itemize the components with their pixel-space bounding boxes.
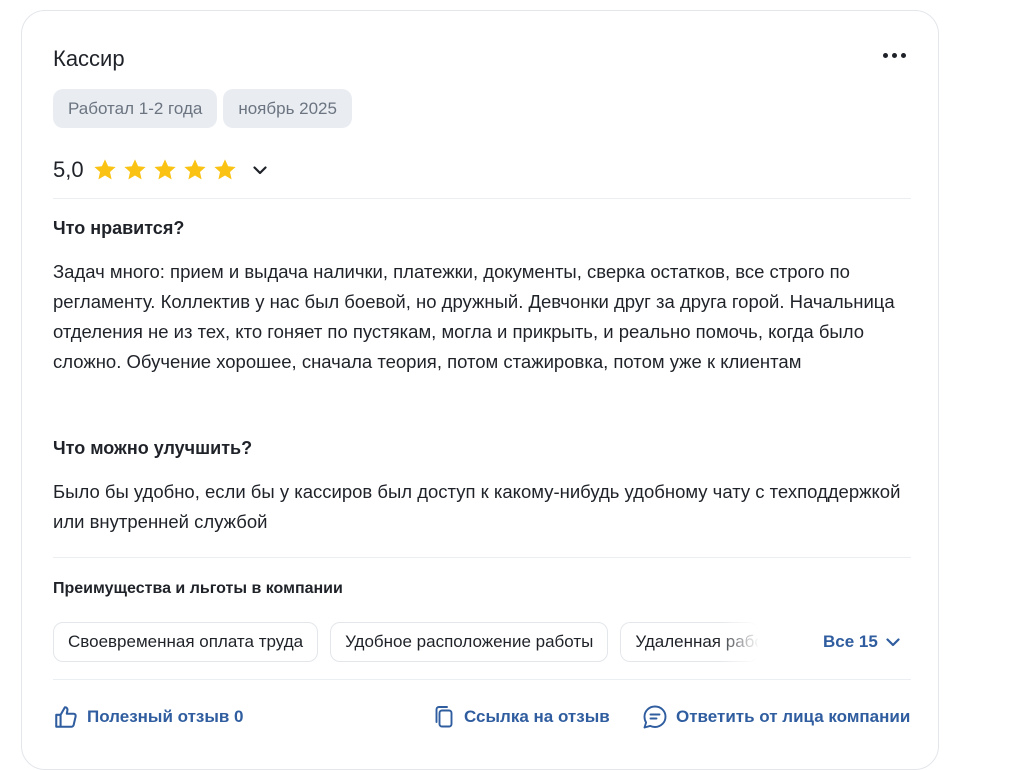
review-meta: Работал 1-2 года ноябрь 2025 [53,89,352,128]
star-icon [153,159,176,180]
review-title: Кассир [53,46,125,71]
thumbs-up-icon [55,706,77,728]
useful-review-button[interactable]: Полезный отзыв 0 [53,704,244,730]
chevron-down-icon [252,165,267,174]
benefit-chip[interactable]: Удобное расположение работы [330,622,609,662]
star-icon [93,159,116,180]
improve-heading: Что можно улучшить? [53,438,253,458]
more-icon [882,52,888,58]
benefits-list: Своевременная оплата труда Удобное распо… [53,622,760,662]
benefit-chip[interactable]: Удаленная работа [620,622,760,662]
divider [53,557,911,558]
copy-link-icon [435,706,453,728]
improve-text: Было бы удобно, если бы у кассиров был д… [53,481,901,532]
rating-stars [92,157,238,183]
benefits-heading: Преимущества и льготы в компании [53,580,343,597]
show-all-label: Все 15 [823,632,878,651]
chevron-down-icon [886,637,900,646]
copy-link-label: Ссылка на отзыв [464,707,610,726]
rating-value: 5,0 [53,157,84,182]
rating-details-toggle[interactable] [250,160,270,180]
company-reply-button[interactable]: Ответить от лица компании [642,704,910,730]
more-icon [891,52,897,58]
work-period-badge: Работал 1-2 года [53,89,218,128]
review-date-badge: ноябрь 2025 [223,89,352,128]
copy-link-button[interactable]: Ссылка на отзыв [432,704,610,730]
star-icon [213,159,236,180]
likes-text: Задач много: прием и выдача налички, пла… [53,261,895,372]
likes-heading: Что нравится? [53,218,185,238]
more-options-button[interactable] [878,42,910,68]
useful-review-label: Полезный отзыв 0 [87,707,244,726]
benefit-chip[interactable]: Своевременная оплата труда [53,622,319,662]
company-reply-label: Ответить от лица компании [676,707,911,726]
divider [53,679,911,680]
star-icon [183,159,206,180]
more-icon [900,52,906,58]
rating-row: 5,0 [53,156,270,184]
star-icon [123,159,146,180]
review-card: Кассир Работал 1-2 года ноябрь 2025 5,0 … [21,10,939,770]
show-all-benefits-button[interactable]: Все 15 [823,632,900,652]
divider [53,198,911,199]
chat-icon [643,705,667,729]
